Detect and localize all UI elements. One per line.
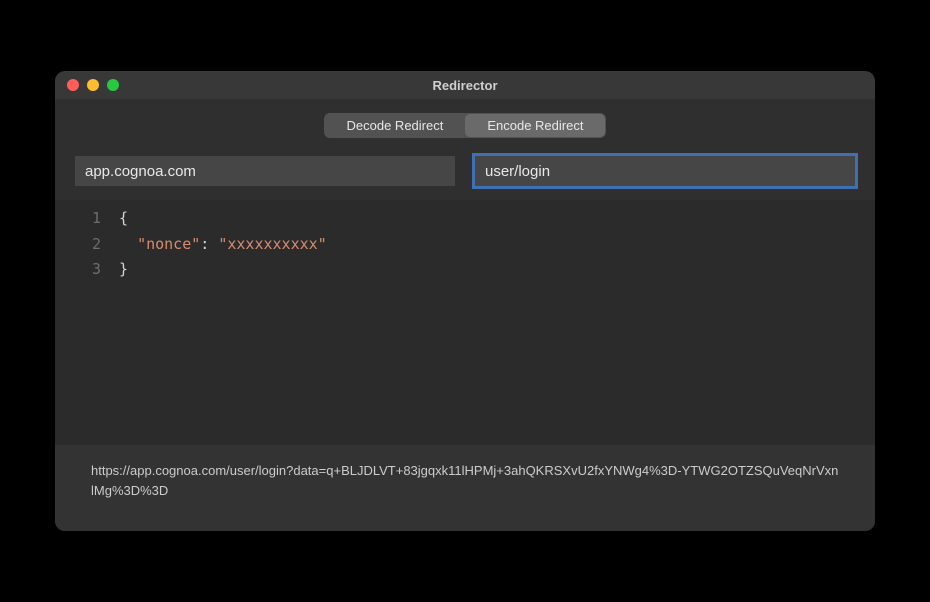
code-line: 2 "nonce": "xxxxxxxxxx" <box>55 232 875 258</box>
path-input[interactable] <box>475 156 855 186</box>
json-value: "xxxxxxxxxx" <box>218 235 326 253</box>
line-number: 1 <box>55 206 119 232</box>
maximize-icon[interactable] <box>107 79 119 91</box>
input-row <box>55 156 875 186</box>
code-line: 3 } <box>55 257 875 283</box>
close-icon[interactable] <box>67 79 79 91</box>
window-title: Redirector <box>55 78 875 93</box>
json-editor[interactable]: 1 { 2 "nonce": "xxxxxxxxxx" 3 } <box>55 200 875 445</box>
minimize-icon[interactable] <box>87 79 99 91</box>
tab-encode[interactable]: Encode Redirect <box>465 114 605 137</box>
line-number: 2 <box>55 232 119 258</box>
code-line: 1 { <box>55 206 875 232</box>
mode-segmented-control: Decode Redirect Encode Redirect <box>55 113 875 138</box>
domain-input[interactable] <box>75 156 455 186</box>
output-url-area: https://app.cognoa.com/user/login?data=q… <box>55 445 875 531</box>
titlebar: Redirector <box>55 71 875 99</box>
line-number: 3 <box>55 257 119 283</box>
tab-decode[interactable]: Decode Redirect <box>325 114 466 137</box>
traffic-lights <box>55 79 119 91</box>
encoded-url: https://app.cognoa.com/user/login?data=q… <box>91 463 838 498</box>
app-window: Redirector Decode Redirect Encode Redire… <box>55 71 875 531</box>
json-key: "nonce" <box>137 235 200 253</box>
